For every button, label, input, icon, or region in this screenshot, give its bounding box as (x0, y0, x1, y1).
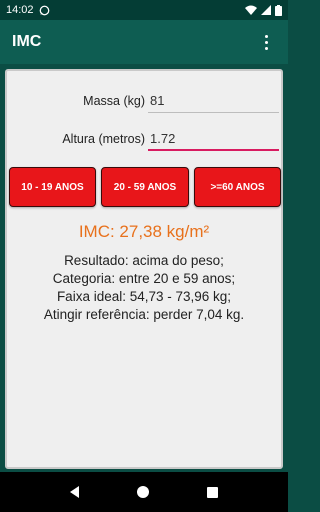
app-bar: IMC (0, 20, 288, 64)
category-line: Categoria: entre 20 e 59 anos; (52, 271, 236, 286)
form-card: Massa (kg) 81 Altura (metros) 1.72 10 - … (5, 69, 283, 469)
height-row: Altura (metros) 1.72 (7, 126, 281, 154)
age-20-59-button[interactable]: 20 - 59 ANOS (101, 167, 189, 207)
status-bar: 14:02 (0, 0, 288, 20)
back-icon[interactable] (70, 486, 79, 498)
mass-label: Massa (kg) (83, 94, 145, 108)
status-time: 14:02 (6, 4, 34, 16)
battery-icon (275, 4, 282, 16)
height-label: Altura (metros) (62, 132, 145, 146)
age-10-19-button[interactable]: 10 - 19 ANOS (9, 167, 96, 207)
recent-apps-icon[interactable] (207, 486, 218, 498)
mass-row: Massa (kg) 81 (7, 88, 281, 116)
ideal-range-line: Faixa ideal: 54,73 - 73,96 kg; (56, 289, 232, 304)
mass-input[interactable]: 81 (148, 90, 279, 113)
whatsapp-icon (39, 5, 49, 15)
content-area: Massa (kg) 81 Altura (metros) 1.72 10 - … (0, 64, 288, 472)
wifi-icon (245, 5, 257, 15)
height-input[interactable]: 1.72 (148, 128, 279, 151)
home-icon[interactable] (137, 486, 149, 498)
overflow-menu-icon[interactable] (256, 32, 276, 52)
age-60-plus-button[interactable]: >=60 ANOS (194, 167, 281, 207)
imc-result: IMC: 27,38 kg/m² (78, 222, 210, 241)
navigation-bar (0, 472, 288, 512)
app-title: IMC (12, 33, 42, 50)
result-details: Resultado: acima do peso; Categoria: ent… (7, 252, 281, 324)
target-line: Atingir referência: perder 7,04 kg. (43, 307, 245, 322)
signal-icon (261, 5, 271, 15)
result-line: Resultado: acima do peso; (64, 253, 224, 268)
